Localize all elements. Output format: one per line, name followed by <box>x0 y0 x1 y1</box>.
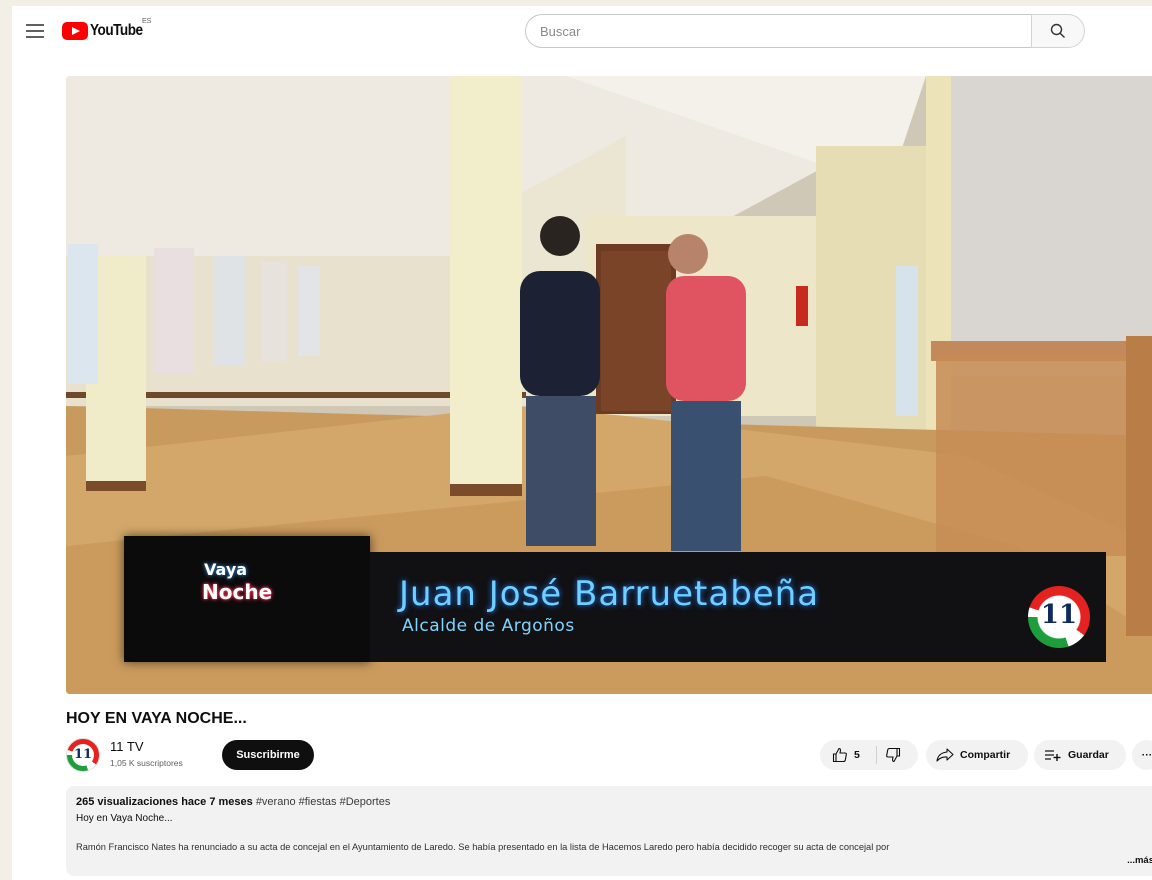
watermark-logo-text: 11 <box>1040 600 1078 630</box>
description-body: Ramón Francisco Nates ha renunciado a su… <box>76 842 890 852</box>
show-logo-box: Vaya Noche <box>124 536 370 662</box>
lower-third-overlay: Vaya Noche Juan José Barruetabeña Alcald… <box>124 536 1106 662</box>
save-button[interactable]: Guardar <box>1034 740 1126 770</box>
search-icon <box>1050 23 1065 38</box>
description-first-line: Hoy en Vaya Noche... <box>76 813 173 824</box>
avatar-text: 11 <box>73 747 93 762</box>
guest-role: Alcalde de Argoños <box>402 616 575 636</box>
like-dislike-group: 5 <box>820 740 918 770</box>
share-icon <box>936 748 954 762</box>
video-player[interactable]: Vaya Noche Juan José Barruetabeña Alcald… <box>66 76 1152 694</box>
search-bar <box>525 14 1085 48</box>
view-count: 265 visualizaciones <box>76 796 179 808</box>
show-more-link[interactable]: ...más <box>1123 855 1152 866</box>
more-actions-icon: ··· <box>1141 749 1152 761</box>
search-button[interactable] <box>1031 14 1085 48</box>
subscriber-count: 1,05 K suscriptores <box>110 758 183 768</box>
show-name-line2: Noche <box>202 580 273 604</box>
country-code: ES <box>142 18 152 25</box>
channel-watermark-logo: 11 <box>1028 586 1090 648</box>
hashtags[interactable]: #verano #fiestas #Deportes <box>256 796 391 808</box>
hamburger-menu-icon[interactable] <box>26 24 44 38</box>
show-name-line1: Vaya <box>204 560 248 579</box>
description-box[interactable]: 265 visualizaciones hace 7 meses #verano… <box>66 786 1152 876</box>
like-button[interactable]: 5 <box>820 740 877 770</box>
channel-avatar[interactable]: 11 <box>66 738 100 772</box>
share-button[interactable]: Compartir <box>926 740 1028 770</box>
more-actions-button[interactable]: ··· <box>1132 740 1152 770</box>
like-count: 5 <box>854 749 860 761</box>
guest-name: Juan José Barruetabeña <box>399 574 820 614</box>
video-title: HOY EN VAYA NOCHE... <box>66 710 247 727</box>
upload-date: hace 7 meses <box>181 796 253 808</box>
thumbs-down-icon <box>885 747 900 763</box>
search-input[interactable] <box>525 14 1031 48</box>
thumbs-up-icon <box>832 747 847 763</box>
logo-text: YouTube <box>90 22 143 39</box>
description-meta: 265 visualizaciones hace 7 meses #verano… <box>76 796 1148 808</box>
save-to-playlist-icon <box>1045 750 1061 761</box>
share-label: Compartir <box>960 749 1011 761</box>
channel-name[interactable]: 11 TV <box>110 739 143 754</box>
youtube-watch-page: YouTube ES Buscar Vaya Noche Juan José B… <box>12 6 1152 880</box>
dislike-button[interactable] <box>877 740 909 770</box>
save-label: Guardar <box>1068 749 1109 761</box>
youtube-logo[interactable]: YouTube <box>62 22 152 40</box>
youtube-play-icon <box>62 22 88 40</box>
subscribe-button[interactable]: Suscribirme <box>222 740 314 770</box>
